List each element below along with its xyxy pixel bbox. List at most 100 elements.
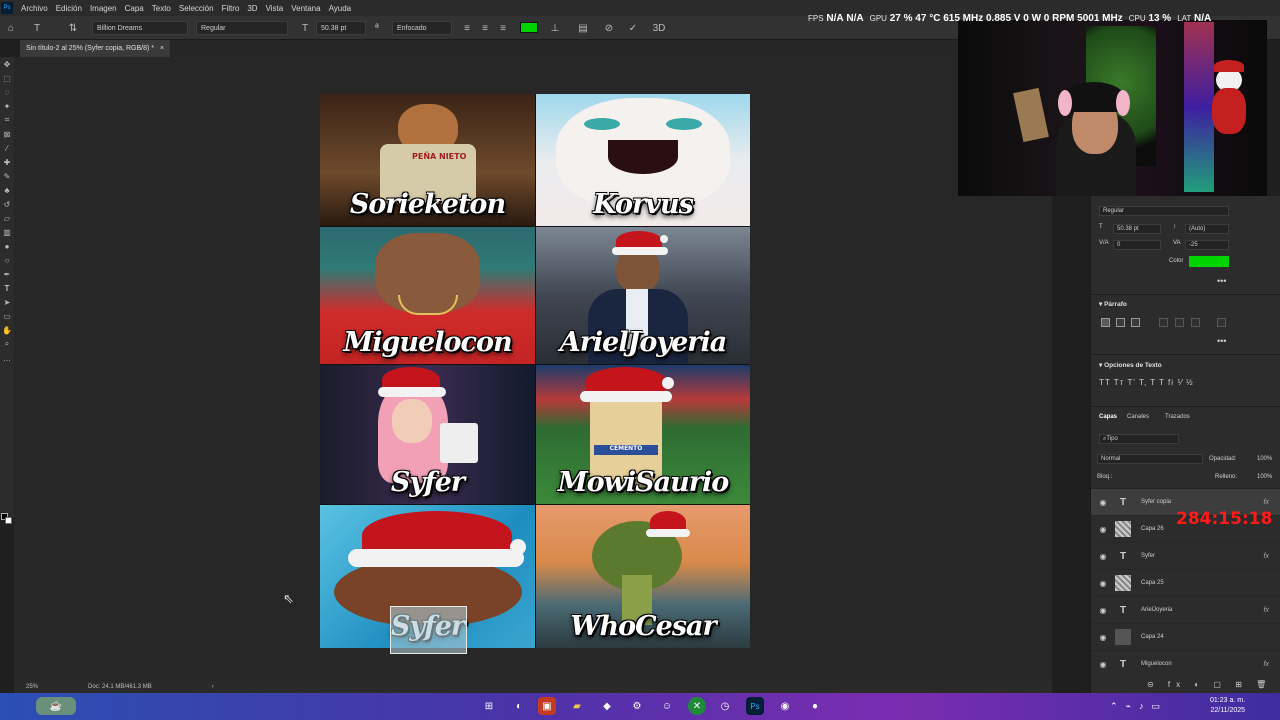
eye-icon[interactable]: ◉ [1091,525,1115,534]
start-icon[interactable]: ⊞ [480,697,498,715]
text-options-panel-title[interactable]: ▾ Opciones de Texto [1099,361,1162,369]
align-right-icon[interactable] [1131,318,1140,327]
close-icon[interactable]: × [160,45,164,52]
eye-icon[interactable]: ◉ [1091,498,1115,507]
more-options-icon[interactable]: ••• [1217,276,1226,286]
text-selection-box[interactable] [390,606,467,654]
char-tracking-field[interactable]: -25 [1185,240,1229,250]
menu-ventana[interactable]: Ventana [291,4,320,13]
zoom-level[interactable]: 25% [26,684,38,690]
photoshop-logo-icon[interactable]: Ps [1,2,13,14]
text-color-swatch[interactable] [520,22,538,33]
char-color-swatch[interactable] [1189,256,1229,267]
align-right-icon[interactable]: ≡ [496,21,510,35]
char-style-select[interactable]: Regular [1099,206,1229,216]
justify-last-center-icon[interactable] [1175,318,1184,327]
layer-row[interactable]: ◉ Capa 24 [1091,623,1280,650]
justify-all-icon[interactable] [1217,318,1226,327]
layer-row[interactable]: ◉ T Miguelocon fx [1091,650,1280,677]
menu-imagen[interactable]: Imagen [90,4,117,13]
dodge-tool-icon[interactable]: ○ [0,253,14,267]
eye-icon[interactable]: ◉ [1091,552,1115,561]
eye-icon[interactable]: ◉ [1091,579,1115,588]
fx-icon[interactable]: fx [1264,553,1269,560]
layer-filter-field[interactable]: ⌕ Tipo [1099,434,1179,444]
layer-row[interactable]: ◉ T Syfer fx [1091,542,1280,569]
chevron-right-icon[interactable]: › [212,684,214,690]
menu-seleccion[interactable]: Selección [179,4,214,13]
char-size-field[interactable]: 50.38 pt [1113,224,1161,234]
more-options-icon[interactable]: ••• [1217,336,1226,346]
battery-icon[interactable]: ▭ [1151,701,1160,712]
align-left-icon[interactable] [1101,318,1110,327]
tab-canales[interactable]: Canales [1127,414,1149,420]
tile-mowisaurio[interactable]: CEMENTO MowiSaurio [536,365,750,504]
volume-icon[interactable]: ♪ [1139,701,1144,712]
character-panel-icon[interactable]: ▤ [576,21,590,35]
discord-icon[interactable]: ☺ [658,697,676,715]
brush-tool-icon[interactable]: ✎ [0,169,14,183]
tile-arieljoyeria[interactable]: ArielJoyeria [536,227,750,364]
menu-texto[interactable]: Texto [152,4,171,13]
char-kerning-field[interactable]: 0 [1113,240,1161,250]
align-left-icon[interactable]: ≡ [460,21,474,35]
artboard[interactable]: PEÑA NIETO Sorieketon Korvus Miguelocon [320,94,750,648]
3d-icon[interactable]: 3D [652,21,666,35]
chrome-icon[interactable]: ◉ [776,697,794,715]
layer-actions-bar[interactable]: ⊝ fx ◐ ▢ ⊞ 🗑 [1147,680,1272,689]
eye-icon[interactable]: ◉ [1091,633,1115,642]
fx-icon[interactable]: fx [1264,607,1269,614]
tile-korvus[interactable]: Korvus [536,94,750,226]
menu-edicion[interactable]: Edición [56,4,82,13]
foreground-background-colors[interactable] [1,513,13,525]
menu-filtro[interactable]: Filtro [222,4,240,13]
marquee-tool-icon[interactable]: ⬚ [0,71,14,85]
stamp-tool-icon[interactable]: ♣ [0,183,14,197]
more-tools-icon[interactable]: … [0,351,14,365]
steam-icon[interactable]: ⚙ [628,697,646,715]
gradient-tool-icon[interactable]: ▥ [0,225,14,239]
xbox-icon[interactable]: ✕ [688,697,706,715]
warp-text-icon[interactable]: ⊥ [548,21,562,35]
home-icon[interactable]: ⌂ [4,21,18,35]
menu-ayuda[interactable]: Ayuda [329,4,352,13]
tab-trazados[interactable]: Trazados [1165,414,1190,420]
healing-tool-icon[interactable]: ✚ [0,155,14,169]
type-tool-icon[interactable]: T [30,21,44,35]
text-option-glyphs[interactable]: TT Tт T' T, T T fi ⅟ ½ [1099,378,1194,387]
align-center-icon[interactable] [1116,318,1125,327]
cancel-icon[interactable]: ⊘ [602,21,616,35]
lasso-tool-icon[interactable]: ◌ [0,85,14,99]
char-leading-field[interactable]: (Auto) [1185,224,1229,234]
antialias-select[interactable]: Enfocado [392,21,452,35]
hand-tool-icon[interactable]: ✋ [0,323,14,337]
photoshop-taskbar-icon[interactable]: Ps [746,697,764,715]
chevron-up-icon[interactable]: ⌃ [1110,701,1118,712]
clock-app-icon[interactable]: ◷ [716,697,734,715]
edge-icon[interactable]: ◐ [510,697,528,715]
paragraph-panel-title[interactable]: ▾ Párrafo [1099,300,1127,308]
app-icon[interactable]: ◆ [598,697,616,715]
menu-capa[interactable]: Capa [125,4,144,13]
shape-tool-icon[interactable]: ▭ [0,309,14,323]
frame-tool-icon[interactable]: ⊠ [0,127,14,141]
store-icon[interactable]: ▣ [538,697,556,715]
type-tool-icon[interactable]: T [0,281,14,295]
tab-capas[interactable]: Capas [1099,414,1117,420]
background-color-swatch[interactable] [5,517,12,524]
justify-last-right-icon[interactable] [1191,318,1200,327]
widget-icon[interactable]: ☕ [36,697,76,715]
font-style-select[interactable]: Regular [196,21,288,35]
menu-archivo[interactable]: Archivo [21,4,48,13]
fill-value[interactable]: 100% [1257,474,1272,480]
move-tool-icon[interactable]: ✥ [0,57,14,71]
layer-row[interactable]: ◉ T ArielJoyeria fx [1091,596,1280,623]
pen-tool-icon[interactable]: ✒ [0,267,14,281]
history-brush-tool-icon[interactable]: ↺ [0,197,14,211]
tile-whocesar[interactable]: WhoCesar [536,505,750,648]
tile-miguelocon[interactable]: Miguelocon [320,227,535,364]
path-selection-tool-icon[interactable]: ➤ [0,295,14,309]
document-tab[interactable]: Sin título-2 al 25% (Syfer copia, RGB/8)… [20,40,171,57]
zoom-tool-icon[interactable]: ⌕ [0,337,14,351]
font-size-field[interactable]: 50.38 pt [316,21,366,35]
